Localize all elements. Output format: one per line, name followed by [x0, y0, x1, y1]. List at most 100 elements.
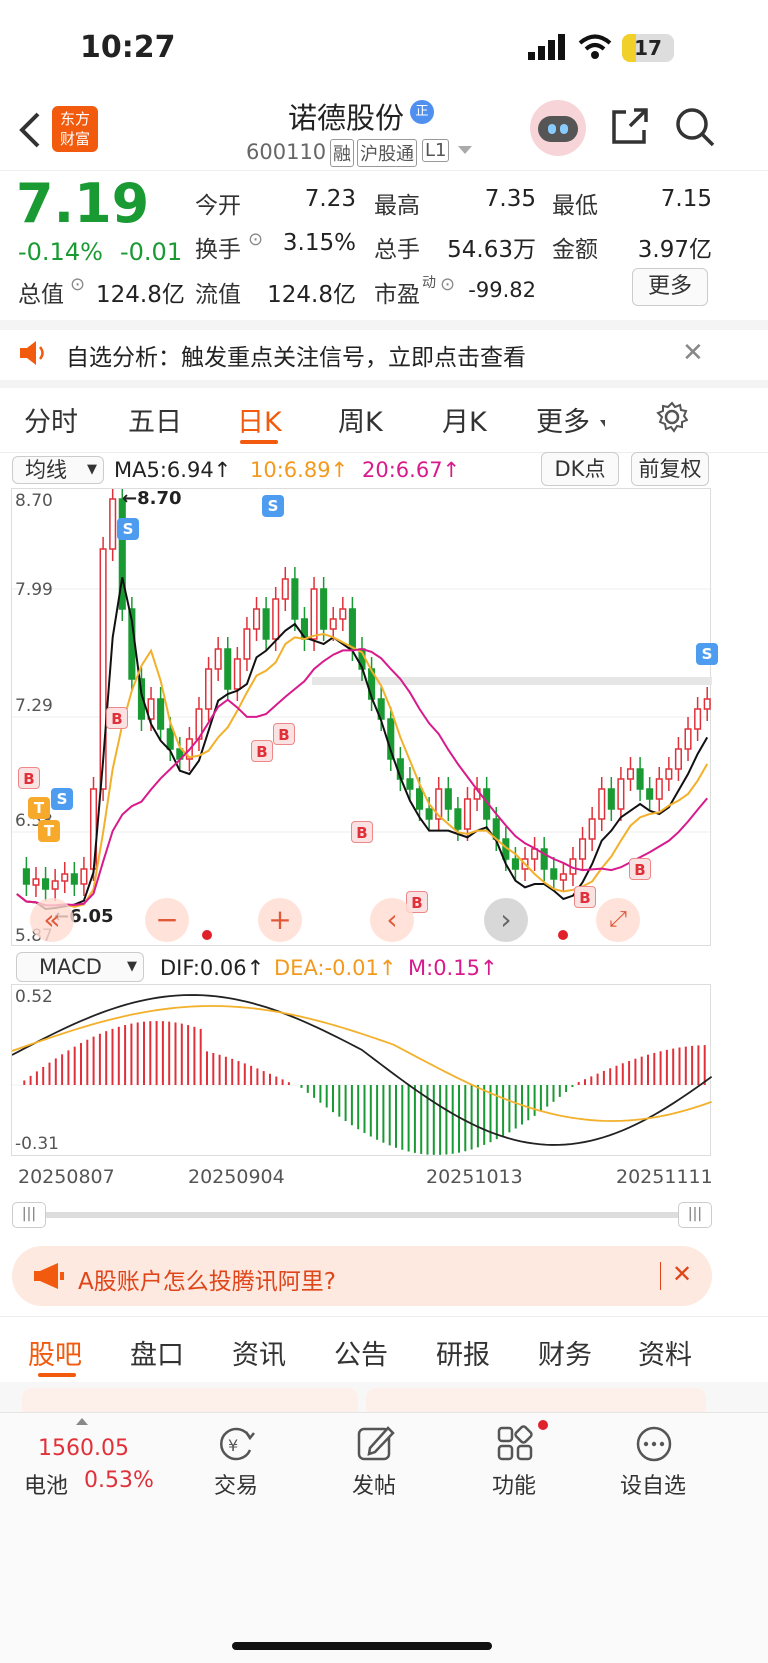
- dea-value: DEA:-0.01↑: [274, 956, 397, 980]
- ad-banner[interactable]: A股账户怎么投腾讯阿里? ✕: [12, 1246, 712, 1306]
- ma-select[interactable]: 均线 ▼: [12, 456, 104, 484]
- buy-marker[interactable]: B: [251, 740, 273, 762]
- ma10-value: 10:6.89↑: [250, 458, 349, 482]
- active-tab-indicator: [38, 1373, 76, 1377]
- post-label[interactable]: 发帖: [352, 1468, 396, 1500]
- buy-marker[interactable]: B: [574, 886, 596, 908]
- dk-label: DK点: [554, 457, 606, 481]
- ma-select-label: 均线: [25, 458, 67, 482]
- pe-superscript: 动: [422, 275, 436, 291]
- ad-close-icon[interactable]: ✕: [672, 1260, 692, 1288]
- tab-announcements[interactable]: 公告: [334, 1333, 388, 1372]
- tab-weekly-k[interactable]: 周K: [338, 400, 383, 439]
- tab-daily-k[interactable]: 日K: [237, 400, 282, 439]
- app-logo: 东方 财富: [52, 106, 98, 152]
- tab-five-day[interactable]: 五日: [128, 400, 182, 439]
- tab-finance[interactable]: 财务: [538, 1333, 592, 1372]
- trade-label[interactable]: 交易: [214, 1468, 258, 1500]
- sell-marker[interactable]: S: [696, 643, 718, 665]
- open-value: 7.23: [304, 186, 356, 212]
- amount-value: 3.97亿: [637, 237, 712, 263]
- buy-marker[interactable]: B: [629, 858, 651, 880]
- scroll-handle-left[interactable]: |||: [12, 1202, 46, 1228]
- sell-marker[interactable]: S: [51, 788, 73, 810]
- dk-point-button[interactable]: DK点: [541, 452, 619, 486]
- tab-forum[interactable]: 股吧: [28, 1333, 82, 1372]
- axis-price-2: 7.99: [15, 580, 53, 600]
- settings-gear-icon[interactable]: [656, 401, 689, 437]
- stock-code: 600110: [246, 140, 327, 164]
- pe-label: 市盈: [374, 282, 420, 308]
- float-label: 流值: [195, 282, 241, 308]
- tab-more[interactable]: 更多: [536, 400, 590, 439]
- current-price: 7.19: [16, 172, 150, 235]
- index-pct: 0.53%: [84, 1468, 154, 1493]
- dropdown-icon[interactable]: [458, 146, 472, 154]
- buy-marker[interactable]: B: [273, 723, 295, 745]
- home-indicator: [232, 1642, 492, 1650]
- date-label: 20251013: [426, 1166, 523, 1188]
- share-icon[interactable]: [610, 106, 650, 150]
- zoom-out-button[interactable]: −: [145, 898, 189, 942]
- fullscreen-icon[interactable]: ⤢: [596, 898, 640, 942]
- high-value: 7.35: [484, 186, 536, 212]
- post-icon[interactable]: [356, 1424, 396, 1468]
- sell-marker[interactable]: S: [117, 518, 139, 540]
- change-pct: -0.14%: [18, 238, 103, 266]
- status-time: 10:27: [80, 30, 176, 65]
- function-icon[interactable]: [496, 1424, 536, 1468]
- ma20-value: 20:6.67↑: [362, 458, 461, 482]
- tab-monthly-k[interactable]: 月K: [442, 400, 487, 439]
- range-scrollbar[interactable]: ||| |||: [12, 1202, 712, 1228]
- robot-avatar-icon[interactable]: [530, 100, 586, 156]
- watchlist-label[interactable]: 设自选: [620, 1468, 686, 1500]
- tag-margin: 融: [330, 139, 354, 167]
- active-tab-indicator: [240, 440, 278, 444]
- t-marker[interactable]: T: [28, 797, 50, 819]
- buy-marker[interactable]: B: [106, 707, 128, 729]
- adjust-button[interactable]: 前复权: [631, 452, 709, 486]
- tab-orderbook[interactable]: 盘口: [130, 1333, 184, 1372]
- macd-select[interactable]: MACD ▼: [16, 952, 144, 982]
- turnover-label: 换手: [195, 237, 241, 263]
- function-label[interactable]: 功能: [492, 1468, 536, 1500]
- wifi-icon: [578, 34, 612, 64]
- axis-price-1: 8.70: [15, 491, 53, 511]
- date-label: 20251111: [616, 1166, 713, 1188]
- prev-button[interactable]: ‹: [370, 898, 414, 942]
- megaphone-icon: [32, 1262, 66, 1294]
- mktcap-value: 124.8亿: [96, 282, 185, 308]
- tag-connect: 沪股通: [357, 139, 417, 167]
- macd-chart[interactable]: [11, 984, 712, 1156]
- tab-intraday[interactable]: 分时: [24, 400, 78, 439]
- svg-text:¥: ¥: [228, 1436, 238, 1455]
- watchlist-icon[interactable]: [634, 1424, 674, 1468]
- info-icon[interactable]: ⊙: [70, 274, 85, 295]
- scroll-handle-right[interactable]: |||: [678, 1202, 712, 1228]
- buy-marker[interactable]: B: [351, 821, 373, 843]
- turnover-info-icon[interactable]: ⊙: [248, 229, 263, 250]
- tab-news[interactable]: 资讯: [232, 1333, 286, 1372]
- index-value[interactable]: 1560.05: [38, 1436, 129, 1461]
- low-value: 7.15: [660, 186, 712, 212]
- search-icon[interactable]: [674, 106, 716, 152]
- tab-research[interactable]: 研报: [436, 1333, 490, 1372]
- t-marker[interactable]: T: [38, 820, 60, 842]
- rewind-icon[interactable]: «: [30, 898, 74, 942]
- notice-text[interactable]: 自选分析：触发重点关注信号，立即点击查看: [66, 338, 526, 372]
- back-icon[interactable]: [16, 110, 42, 154]
- zoom-in-button[interactable]: +: [258, 898, 302, 942]
- trade-icon[interactable]: ¥: [216, 1424, 256, 1468]
- next-button[interactable]: ›: [484, 898, 528, 942]
- dot-indicator: [202, 930, 212, 940]
- more-button[interactable]: 更多: [632, 268, 708, 306]
- tab-profile[interactable]: 资料: [638, 1333, 692, 1372]
- buy-marker[interactable]: B: [18, 767, 40, 789]
- sell-marker[interactable]: S: [262, 495, 284, 517]
- axis-price-3: 7.29: [15, 696, 53, 716]
- pe-info-icon[interactable]: ⊙: [440, 274, 455, 295]
- stock-name[interactable]: 诺德股份: [288, 95, 404, 137]
- macd-bottom: -0.31: [15, 1134, 59, 1154]
- more-caret-icon: [600, 420, 605, 427]
- notice-close-icon[interactable]: ✕: [682, 338, 704, 368]
